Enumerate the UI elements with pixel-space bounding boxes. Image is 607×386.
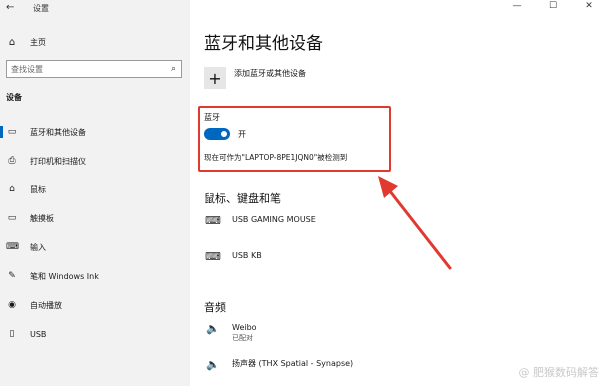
sidebar-item-mouse[interactable]: ⌂ 鼠标 [6, 181, 46, 197]
sidebar-item-label: USB [30, 329, 47, 339]
home-label: 主页 [30, 37, 46, 47]
device-name: USB GAMING MOUSE [232, 215, 316, 224]
device-name: USB KB [232, 251, 262, 260]
arrow-shaft [384, 184, 452, 270]
device-name: 扬声器 (THX Spatial - Synapse) [232, 359, 354, 368]
add-device-button[interactable]: + [204, 67, 226, 89]
speaker-icon: 🔈 [206, 322, 220, 335]
sidebar-item-pen[interactable]: ✎ 笔和 Windows Ink [6, 268, 99, 284]
sidebar-item-label: 笔和 Windows Ink [30, 271, 99, 281]
page-title: 蓝牙和其他设备 [204, 34, 323, 54]
sidebar-item-label: 鼠标 [30, 184, 46, 194]
search-input[interactable]: 查找设置 ⌕ [6, 60, 182, 78]
mouse-keyboard-pen-heading: 鼠标、键盘和笔 [204, 192, 281, 205]
pen-icon: ✎ [8, 271, 16, 281]
search-icon[interactable]: ⌕ [171, 64, 176, 74]
sidebar-item-touchpad[interactable]: ▭ 触摸板 [6, 210, 54, 226]
sidebar-item-label: 触摸板 [30, 213, 54, 223]
plus-icon: + [208, 68, 222, 88]
device-usb-gaming-mouse[interactable]: ⌨ USB GAMING MOUSE [204, 214, 316, 227]
device-name: Weibo [232, 323, 257, 332]
sidebar-item-printers[interactable]: ⎙ 打印机和扫描仪 [6, 153, 86, 169]
sidebar-item-label: 蓝牙和其他设备 [30, 127, 86, 137]
keyboard-icon: ⌨ [6, 242, 19, 252]
touchpad-icon: ▭ [7, 213, 17, 223]
annotation-arrow-icon [378, 176, 452, 270]
device-weibo[interactable]: 🔈 Weibo 已配对 [204, 322, 257, 344]
speaker-icon: 🔈 [206, 358, 220, 371]
sidebar-item-usb[interactable]: ▯ USB [6, 326, 47, 342]
arrow-head [378, 176, 398, 198]
sidebar-item-home[interactable]: ⌂ 主页 [6, 34, 46, 50]
usb-icon: ▯ [9, 329, 15, 339]
toggle-knob [221, 131, 227, 137]
keyboard-icon: ⌨ [205, 250, 221, 263]
watermark: @ 肥猴数码解答 [518, 366, 600, 379]
section-title: 设备 [6, 93, 22, 102]
discoverable-text: 现在可作为"LAPTOP-8PE1JQN0"被检测到 [204, 153, 348, 162]
sidebar-item-typing[interactable]: ⌨ 输入 [6, 239, 46, 255]
printer-icon: ⎙ [8, 156, 16, 166]
device-status: 已配对 [232, 334, 253, 342]
audio-heading: 音频 [204, 301, 226, 314]
maximize-icon[interactable]: ☐ [535, 0, 571, 14]
bluetooth-devices-icon: ▭ [7, 127, 17, 137]
minimize-icon[interactable]: — [499, 0, 535, 14]
home-icon: ⌂ [8, 36, 16, 48]
device-usb-kb[interactable]: ⌨ USB KB [204, 250, 262, 263]
toggle-state-label: 开 [238, 130, 246, 139]
mouse-icon: ⌂ [9, 184, 15, 194]
sidebar: ← 设置 ⌂ 主页 查找设置 ⌕ 设备 ▭ 蓝牙和其他设备 ⎙ 打印机和扫描仪 … [0, 0, 190, 386]
back-arrow-icon[interactable]: ← [6, 2, 20, 14]
sidebar-item-label: 自动播放 [30, 300, 62, 310]
sidebar-item-autoplay[interactable]: ◉ 自动播放 [6, 297, 62, 313]
sidebar-item-bluetooth[interactable]: ▭ 蓝牙和其他设备 [0, 124, 86, 140]
add-device-label[interactable]: 添加蓝牙或其他设备 [234, 68, 306, 79]
search-placeholder: 查找设置 [11, 65, 43, 74]
sidebar-item-label: 输入 [30, 242, 46, 252]
main-content: — ☐ ✕ 蓝牙和其他设备 + 添加蓝牙或其他设备 蓝牙 开 现在可作为"LAP… [190, 0, 607, 386]
sidebar-item-label: 打印机和扫描仪 [30, 156, 86, 166]
window-controls: — ☐ ✕ [499, 0, 607, 14]
close-icon[interactable]: ✕ [571, 0, 607, 14]
autoplay-icon: ◉ [8, 300, 16, 310]
window-title: 设置 [33, 4, 49, 13]
device-speaker-thx[interactable]: 🔈 扬声器 (THX Spatial - Synapse) [204, 358, 353, 371]
bluetooth-toggle[interactable] [204, 128, 230, 140]
bluetooth-label: 蓝牙 [204, 113, 220, 122]
keyboard-icon: ⌨ [205, 214, 221, 227]
